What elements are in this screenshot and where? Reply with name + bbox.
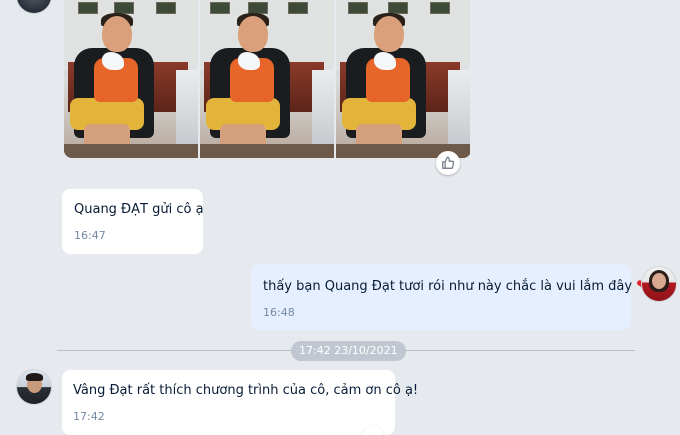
user-avatar[interactable] xyxy=(641,266,677,302)
message-bubble[interactable]: thấy bạn Quang Đạt tươi rói như này chắc… xyxy=(251,264,649,330)
thumbs-up-icon[interactable] xyxy=(436,151,460,175)
message-bubble[interactable]: Vâng Đạt rất thích chương trình của cô, … xyxy=(62,370,419,435)
message-time: 16:48 xyxy=(263,306,295,319)
message-time: 17:42 xyxy=(73,410,105,423)
photo-thumbnail[interactable] xyxy=(64,0,198,158)
chat-conversation: Quang ĐẠT gửi cô ạ 16:47 thấy bạn Quang … xyxy=(0,0,680,435)
photo-message xyxy=(64,0,471,158)
sender-avatar[interactable] xyxy=(16,369,52,405)
sender-avatar[interactable] xyxy=(16,0,52,14)
photo-thumbnail[interactable] xyxy=(200,0,334,158)
message-text-content: thấy bạn Quang Đạt tươi rói như này chắc… xyxy=(263,279,633,294)
date-separator: 17:42 23/10/2021 xyxy=(291,341,406,361)
message-text: Vâng Đạt rất thích chương trình của cô, … xyxy=(73,383,419,398)
photo-thumbnail[interactable] xyxy=(336,0,470,158)
message-bubble[interactable]: Quang ĐẠT gửi cô ạ 16:47 xyxy=(62,189,204,254)
message-text: Quang ĐẠT gửi cô ạ xyxy=(74,202,204,217)
message-time: 16:47 xyxy=(74,229,106,242)
message-text: thấy bạn Quang Đạt tươi rói như này chắc… xyxy=(263,276,649,296)
